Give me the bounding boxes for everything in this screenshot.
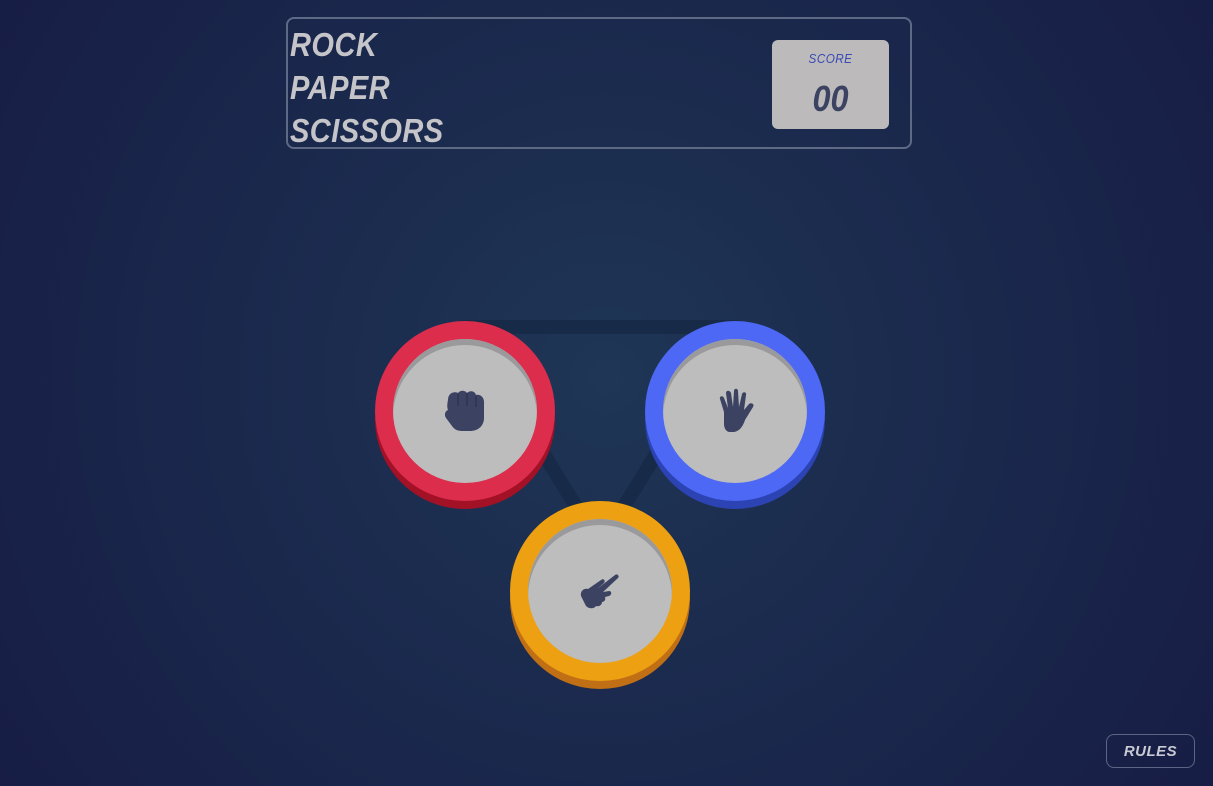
rock-chip-face bbox=[393, 339, 537, 483]
open-hand-icon bbox=[710, 386, 760, 436]
scissors-hand-icon bbox=[575, 566, 625, 616]
scissors-choice-button[interactable] bbox=[510, 501, 690, 689]
rules-button[interactable]: RULES bbox=[1106, 734, 1195, 768]
scissors-chip-face bbox=[528, 519, 672, 663]
fist-icon bbox=[440, 386, 490, 436]
game-board bbox=[0, 0, 1213, 786]
rock-choice-button[interactable] bbox=[375, 321, 555, 509]
paper-choice-button[interactable] bbox=[645, 321, 825, 509]
paper-chip-face bbox=[663, 339, 807, 483]
